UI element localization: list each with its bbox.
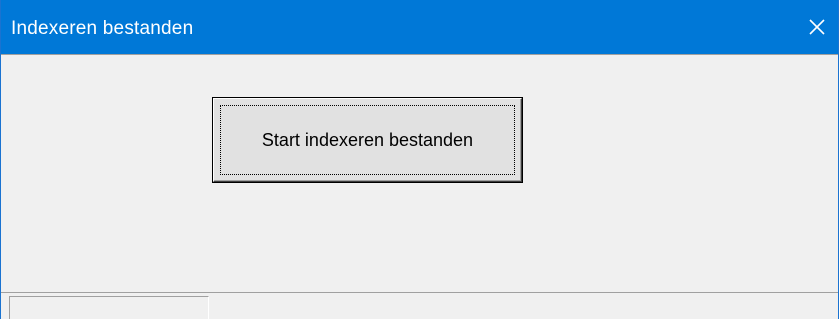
title-bar[interactable]: Indexeren bestanden [1,0,838,54]
close-button[interactable] [794,0,838,54]
dialog-window: Indexeren bestanden Start indexeren best… [0,0,839,319]
status-bar [1,292,838,319]
window-title: Indexeren bestanden [11,18,194,39]
close-icon [809,19,825,35]
status-bar-panel [9,296,209,319]
divider [1,54,838,55]
start-indexing-button[interactable]: Start indexeren bestanden [213,98,522,182]
dialog-client-area: Start indexeren bestanden [1,54,838,319]
start-indexing-button-label: Start indexeren bestanden [261,130,474,150]
